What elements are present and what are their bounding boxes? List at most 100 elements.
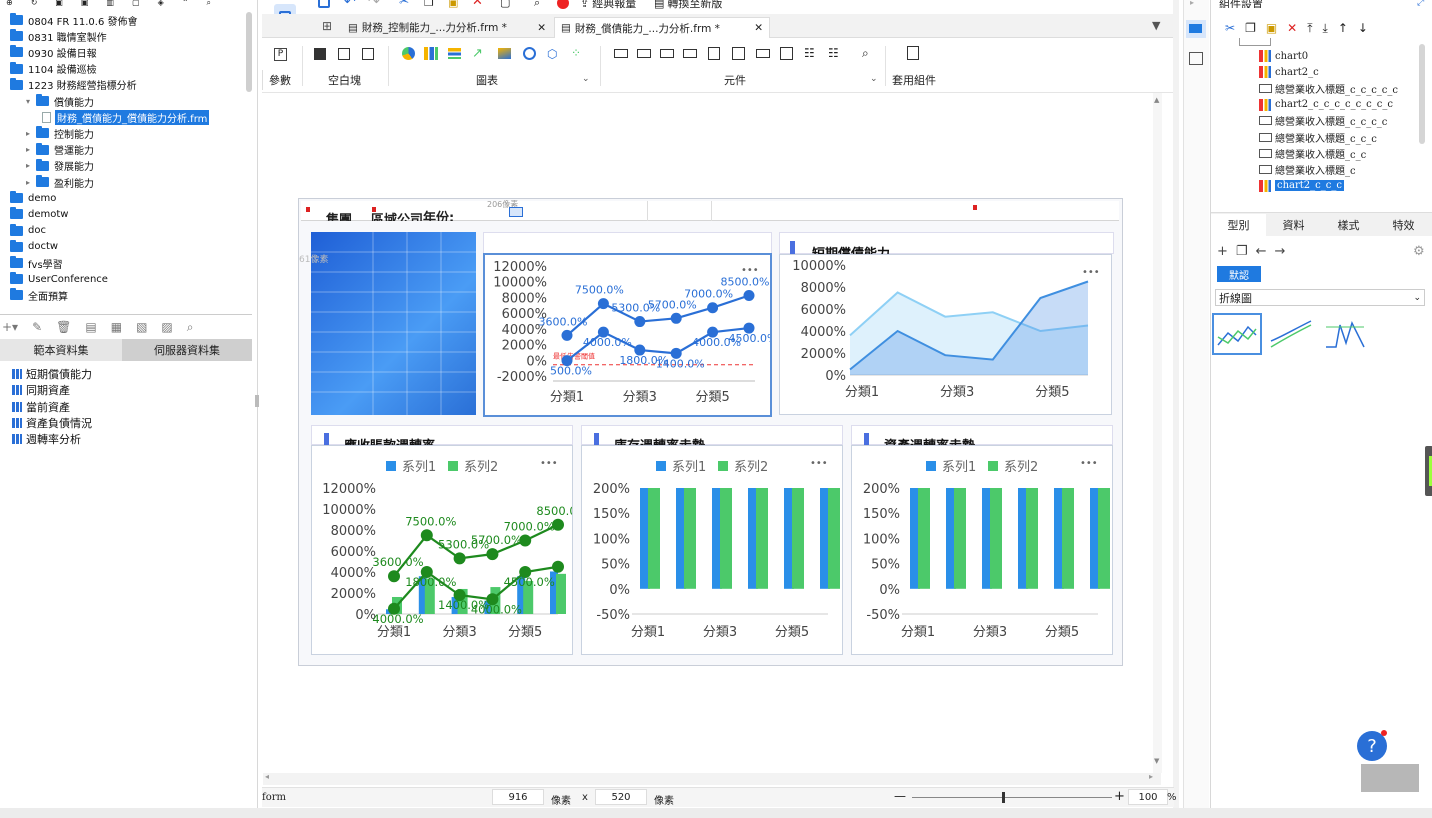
block3-icon[interactable] xyxy=(362,48,374,60)
tree-item[interactable]: 0930 設備日報 xyxy=(10,44,97,60)
save-button[interactable] xyxy=(318,0,330,8)
tree-item[interactable]: 全面預算 xyxy=(10,287,68,303)
tree-item[interactable]: 0831 職情室製作 xyxy=(10,28,107,44)
line-chart-icon[interactable]: ↗ xyxy=(472,46,483,61)
component-scrollbar[interactable] xyxy=(1419,44,1425,144)
grid-tab-icon[interactable]: ⊞ xyxy=(322,19,332,33)
chevron-right-icon[interactable]: ▸ xyxy=(26,129,36,138)
up-icon[interactable]: ↑ xyxy=(1338,21,1348,35)
theme-button[interactable]: ⇪ 經典報量 xyxy=(580,0,636,11)
tree-item[interactable]: fvs學習 xyxy=(10,255,63,271)
refresh-icon[interactable]: ↻ xyxy=(31,0,38,8)
tab-effect[interactable]: 特效 xyxy=(1376,214,1431,236)
copy-icon[interactable]: ❐ xyxy=(1245,21,1256,35)
component-item[interactable]: 總營業收入標題_c_c_c xyxy=(1259,129,1377,145)
hbar-chart-icon[interactable] xyxy=(448,48,461,59)
tab-type[interactable]: 型別 xyxy=(1211,214,1266,236)
tree-item[interactable]: UserConference xyxy=(10,271,108,287)
collapse-icon[interactable]: ⌃ xyxy=(182,0,189,8)
chevron-down-icon[interactable]: ▾ xyxy=(26,97,36,106)
body-node[interactable] xyxy=(1239,38,1271,46)
block-icon[interactable] xyxy=(314,48,326,60)
tab-template-dataset[interactable]: 範本資料集 xyxy=(0,339,122,361)
tree-item[interactable]: 1223 財務經營指標分析 xyxy=(10,77,137,93)
preview-icon[interactable]: ▤ xyxy=(85,320,96,334)
delete-icon[interactable]: ▥ xyxy=(107,0,115,8)
dataset-item[interactable]: 短期償債能力 xyxy=(12,366,92,382)
search-icon[interactable]: ⌕ xyxy=(207,0,211,8)
button-widget-icon[interactable] xyxy=(756,49,770,58)
chart-style-option-2[interactable] xyxy=(1266,313,1316,355)
zoom-in-icon[interactable]: + xyxy=(1114,789,1125,804)
preview-button-icon[interactable]: ▢ xyxy=(500,0,510,9)
tree-item[interactable]: ▾ 償債能力 xyxy=(26,93,94,109)
tab-data[interactable]: 資料 xyxy=(1266,214,1321,236)
component-item[interactable]: chart0 xyxy=(1259,48,1308,64)
alert-icon[interactable] xyxy=(557,0,569,9)
delete-icon[interactable]: ✕ xyxy=(1287,21,1297,35)
copy-button-icon[interactable]: ❐ xyxy=(424,0,434,9)
chevron-right-icon[interactable]: ▸ xyxy=(26,161,36,170)
tree-scrollbar[interactable] xyxy=(246,12,252,92)
default-tab[interactable]: 默認 xyxy=(1217,266,1261,282)
gear-icon[interactable]: ⚙ xyxy=(1413,244,1425,259)
width-input[interactable]: 916 xyxy=(492,789,544,805)
more-icon[interactable]: ••• xyxy=(1082,267,1100,278)
search-dataset-icon[interactable]: ⌕ xyxy=(187,320,194,335)
selected-line-chart[interactable]: 12000% 10000% 8000% 6000% 4000% 2000% 0% -2000%… xyxy=(483,253,777,417)
textbox-widget-icon[interactable] xyxy=(614,49,628,58)
chart-panel[interactable]: 系列1 系列2 200% 150% 100% 50% 0% -50% 分類1 分類3 分類5 ••• xyxy=(851,445,1113,655)
add-icon[interactable]: ⊕ xyxy=(6,0,13,8)
edit-icon[interactable]: ✎ xyxy=(32,320,42,334)
component-item[interactable]: chart2_c_c_c xyxy=(1259,178,1344,194)
more-icon[interactable]: ••• xyxy=(540,458,558,469)
tree-widget-icon[interactable] xyxy=(708,47,720,60)
db-icon[interactable]: ▧ xyxy=(136,320,147,334)
find-icon[interactable]: ⌕ xyxy=(534,0,540,10)
pin-icon[interactable]: ⤢ xyxy=(1417,0,1424,8)
chevron-right-icon[interactable]: ▸ xyxy=(26,178,36,187)
chevron-right-icon[interactable]: ▸ xyxy=(26,145,36,154)
paste-icon[interactable]: ▣ xyxy=(448,0,458,9)
tree-item[interactable]: demotw xyxy=(10,206,68,222)
tree-item[interactable]: 0804 FR 11.0.6 發佈會 xyxy=(10,12,138,28)
checkbox-widget-icon[interactable]: ☷ xyxy=(804,46,815,60)
expand-icon[interactable]: ▸ xyxy=(1190,0,1194,7)
dataset-item[interactable]: 資產負債情況 xyxy=(12,415,92,431)
lock-icon[interactable]: ◈ xyxy=(158,0,164,8)
bar-chart-icon[interactable] xyxy=(424,47,438,60)
side-handle[interactable] xyxy=(1425,446,1432,496)
component-item[interactable]: 總營業收入標題_c_c_c_c_c xyxy=(1259,80,1398,96)
component-item[interactable]: 總營業收入標題_c_c xyxy=(1259,145,1366,161)
zoom-slider[interactable] xyxy=(912,797,1112,798)
radar-chart-icon[interactable]: ⬡ xyxy=(547,47,557,61)
tab-server-dataset[interactable]: 伺服器資料集 xyxy=(122,339,252,361)
tab-solvency-ability[interactable]: ▤ 財務_償債能力_...力分析.frm * ✕ xyxy=(554,17,770,38)
paste-icon[interactable]: ▣ xyxy=(1266,21,1277,35)
dataset-item[interactable]: 同期資產 xyxy=(12,382,70,398)
add-icon[interactable]: + xyxy=(1217,244,1228,259)
chart-panel[interactable]: 系列1 系列2 12000% 10000% 8000% 6000% 4000% 2000% 0%… xyxy=(311,445,588,655)
delete-x-icon[interactable]: ✕ xyxy=(472,0,483,9)
zoom-input[interactable]: 100 xyxy=(1128,789,1168,805)
tree-item[interactable]: doc xyxy=(10,223,46,239)
scatter-chart-icon[interactable]: ⁘ xyxy=(571,46,581,60)
layout-icon[interactable] xyxy=(1189,52,1203,65)
horizontal-scrollbar[interactable]: ◂ ▸ xyxy=(263,772,1161,785)
list-widget-icon[interactable] xyxy=(780,47,793,60)
trash-icon[interactable]: 🗑︎ xyxy=(56,320,71,334)
chevron-down-icon[interactable]: ⌄ xyxy=(582,74,590,84)
tree-item[interactable]: ▸ 控制能力 xyxy=(26,125,94,141)
cut-icon[interactable]: ✂ xyxy=(1225,21,1235,35)
area-chart-icon[interactable] xyxy=(498,48,511,59)
copy-icon[interactable]: ▢ xyxy=(132,0,140,8)
splitter-handle[interactable] xyxy=(255,395,259,407)
cut-icon[interactable]: ✂ xyxy=(399,0,409,8)
dataset-item[interactable]: 週轉率分析 xyxy=(12,431,81,447)
block2-icon[interactable] xyxy=(338,48,350,60)
tree-item[interactable]: ▸ 發展能力 xyxy=(26,158,94,174)
chart-style-option-1[interactable] xyxy=(1212,313,1262,355)
search-widget-icon[interactable]: ⌕ xyxy=(862,46,869,61)
more-icon[interactable]: ••• xyxy=(1080,458,1098,469)
radio-widget-icon[interactable]: ☷ xyxy=(828,46,839,60)
